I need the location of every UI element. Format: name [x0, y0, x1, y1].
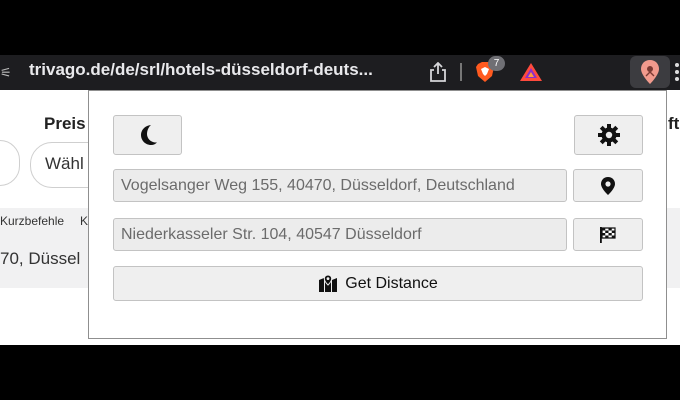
site-settings-icon[interactable]: ⚟: [0, 65, 10, 81]
start-address-field[interactable]: Vogelsanger Weg 155, 40470, Düsseldorf, …: [113, 169, 567, 202]
webpage-right-heading-fragment: ft: [668, 114, 680, 133]
distance-popup: Vogelsanger Weg 155, 40470, Düsseldorf, …: [88, 90, 667, 339]
dark-mode-button[interactable]: [113, 115, 182, 155]
get-distance-label: Get Distance: [345, 274, 438, 292]
webpage-select-text: Wähl: [45, 154, 84, 173]
map-icon: [319, 274, 338, 292]
webpage-filter-label: Preis: [44, 114, 86, 133]
moon-icon: [140, 125, 157, 145]
webpage-shortcuts-label[interactable]: Kurzbefehle: [0, 214, 64, 228]
checkered-flag-icon: [600, 226, 616, 243]
distance-extension-icon[interactable]: [640, 59, 660, 85]
get-distance-button[interactable]: Get Distance: [113, 266, 643, 301]
brave-shields-count-badge: 7: [488, 56, 505, 71]
browser-menu-icon[interactable]: [673, 62, 680, 82]
destination-address-field[interactable]: Niederkasseler Str. 104, 40547 Düsseldor…: [113, 218, 567, 251]
brave-rewards-icon[interactable]: [519, 62, 543, 82]
gear-icon: [597, 124, 620, 146]
webpage-address-fragment: 70, Düssel: [0, 249, 81, 268]
map-marker-icon: [601, 176, 615, 195]
share-icon[interactable]: [429, 62, 447, 82]
set-destination-button[interactable]: [573, 218, 643, 251]
settings-button[interactable]: [574, 115, 643, 155]
toolbar-separator: [460, 63, 462, 81]
webpage-shortcuts-fragment: K: [80, 214, 89, 228]
address-bar-url[interactable]: trivago.de/de/srl/hotels-düsseldorf-deut…: [29, 60, 373, 80]
use-current-location-button[interactable]: [573, 169, 643, 202]
